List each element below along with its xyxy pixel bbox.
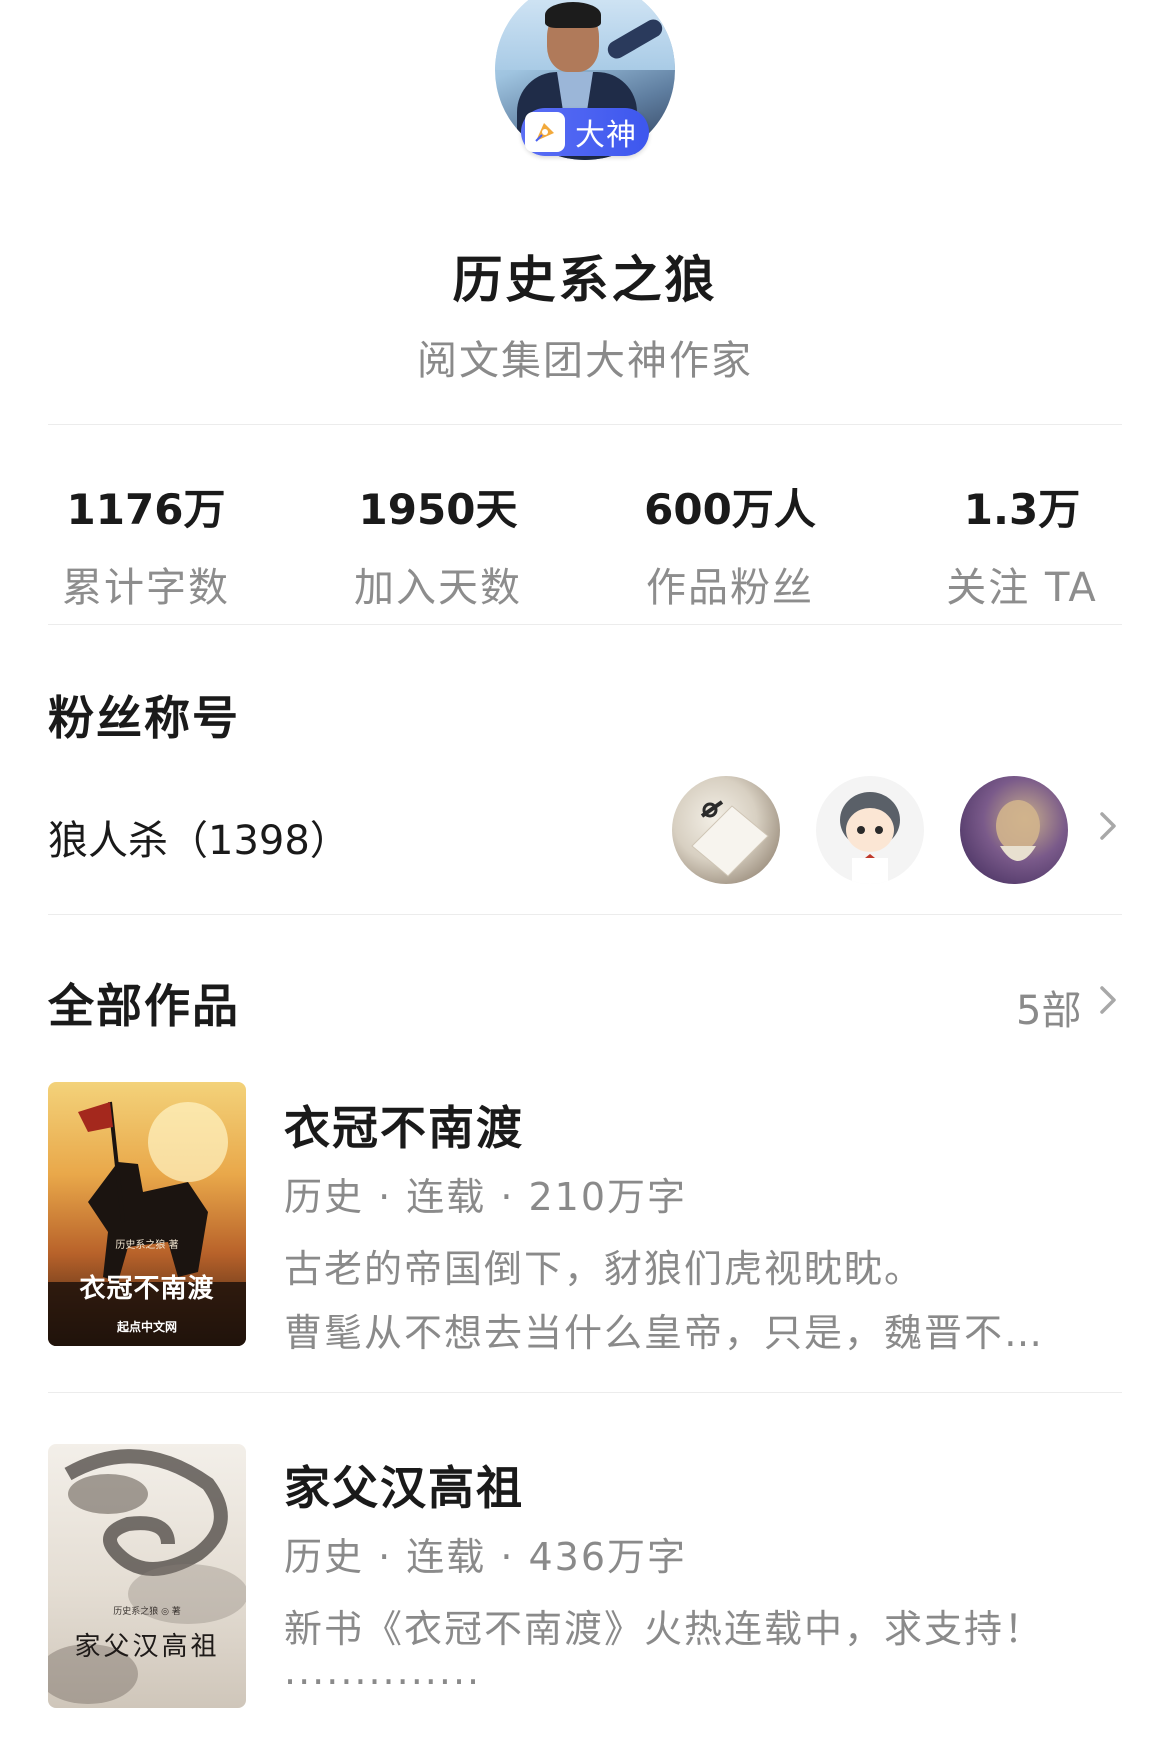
cover-title: 衣冠不南渡 bbox=[79, 1274, 215, 1304]
book-meta: 历史 · 连载 · 210万字 bbox=[284, 1175, 688, 1219]
works-count[interactable]: 5部 bbox=[1016, 978, 1081, 1036]
book-description-line: 新书《衣冠不南渡》火热连载中，求支持！ bbox=[284, 1607, 1045, 1651]
stat-label: 累计字数 bbox=[62, 565, 230, 611]
stat-fans[interactable]: 600万人 作品粉丝 bbox=[584, 476, 876, 613]
stat-value: 1176万 bbox=[66, 485, 226, 534]
cover-publisher: 起点中文网 bbox=[116, 1320, 177, 1334]
author-name: 历史系之狼 bbox=[452, 251, 718, 309]
book-description-line: 古老的帝国倒下，豺狼们虎视眈眈。 bbox=[284, 1247, 925, 1291]
stat-value: 1.3万 bbox=[963, 485, 1081, 534]
stat-follow[interactable]: 1.3万 关注 TA bbox=[876, 476, 1168, 613]
pen-nib-icon bbox=[525, 112, 565, 152]
book-meta: 历史 · 连载 · 436万字 bbox=[284, 1535, 688, 1579]
book-title[interactable]: 衣冠不南渡 bbox=[284, 1092, 524, 1158]
fan-avatar[interactable] bbox=[960, 776, 1068, 884]
book-cover[interactable]: 历史系之狼 ◎ 著 家父汉高祖 bbox=[48, 1444, 246, 1708]
works-heading: 全部作品 bbox=[48, 979, 240, 1033]
stat-label: 作品粉丝 bbox=[646, 565, 814, 611]
stat-value: 1950天 bbox=[358, 485, 518, 534]
stat-label: 加入天数 bbox=[354, 565, 522, 611]
book-description-line: 曹髦从不想去当什么皇帝，只是，魏晋不… bbox=[284, 1311, 1045, 1355]
author-subtitle: 阅文集团大神作家 bbox=[417, 338, 753, 384]
divider bbox=[48, 914, 1122, 915]
badge-label: 大神 bbox=[575, 118, 637, 153]
fan-avatar[interactable] bbox=[672, 776, 780, 884]
cover-author: 历史系之狼 ◎ 著 bbox=[113, 1607, 181, 1617]
chevron-right-icon[interactable] bbox=[1096, 980, 1120, 1030]
fan-avatar[interactable] bbox=[816, 776, 924, 884]
divider bbox=[48, 624, 1122, 625]
stat-value: 600万人 bbox=[644, 485, 816, 534]
cover-title: 家父汉高祖 bbox=[74, 1632, 220, 1662]
stat-days-joined: 1950天 加入天数 bbox=[292, 476, 584, 613]
stat-label: 关注 TA bbox=[946, 565, 1098, 611]
fan-title-name[interactable]: 狼人杀（1398） bbox=[48, 808, 350, 866]
stat-total-words: 1176万 累计字数 bbox=[0, 476, 292, 613]
divider bbox=[48, 1392, 1122, 1393]
chevron-right-icon[interactable] bbox=[1096, 806, 1120, 856]
master-author-badge: 大神 bbox=[521, 108, 649, 156]
cover-author: 历史系之狼 著 bbox=[115, 1240, 179, 1251]
fan-title-heading: 粉丝称号 bbox=[48, 691, 240, 745]
book-description-line: ·············· bbox=[284, 1660, 482, 1704]
divider bbox=[48, 424, 1122, 425]
book-title[interactable]: 家父汉高祖 bbox=[284, 1452, 524, 1518]
book-cover[interactable]: 历史系之狼 著 衣冠不南渡 起点中文网 bbox=[48, 1082, 246, 1346]
